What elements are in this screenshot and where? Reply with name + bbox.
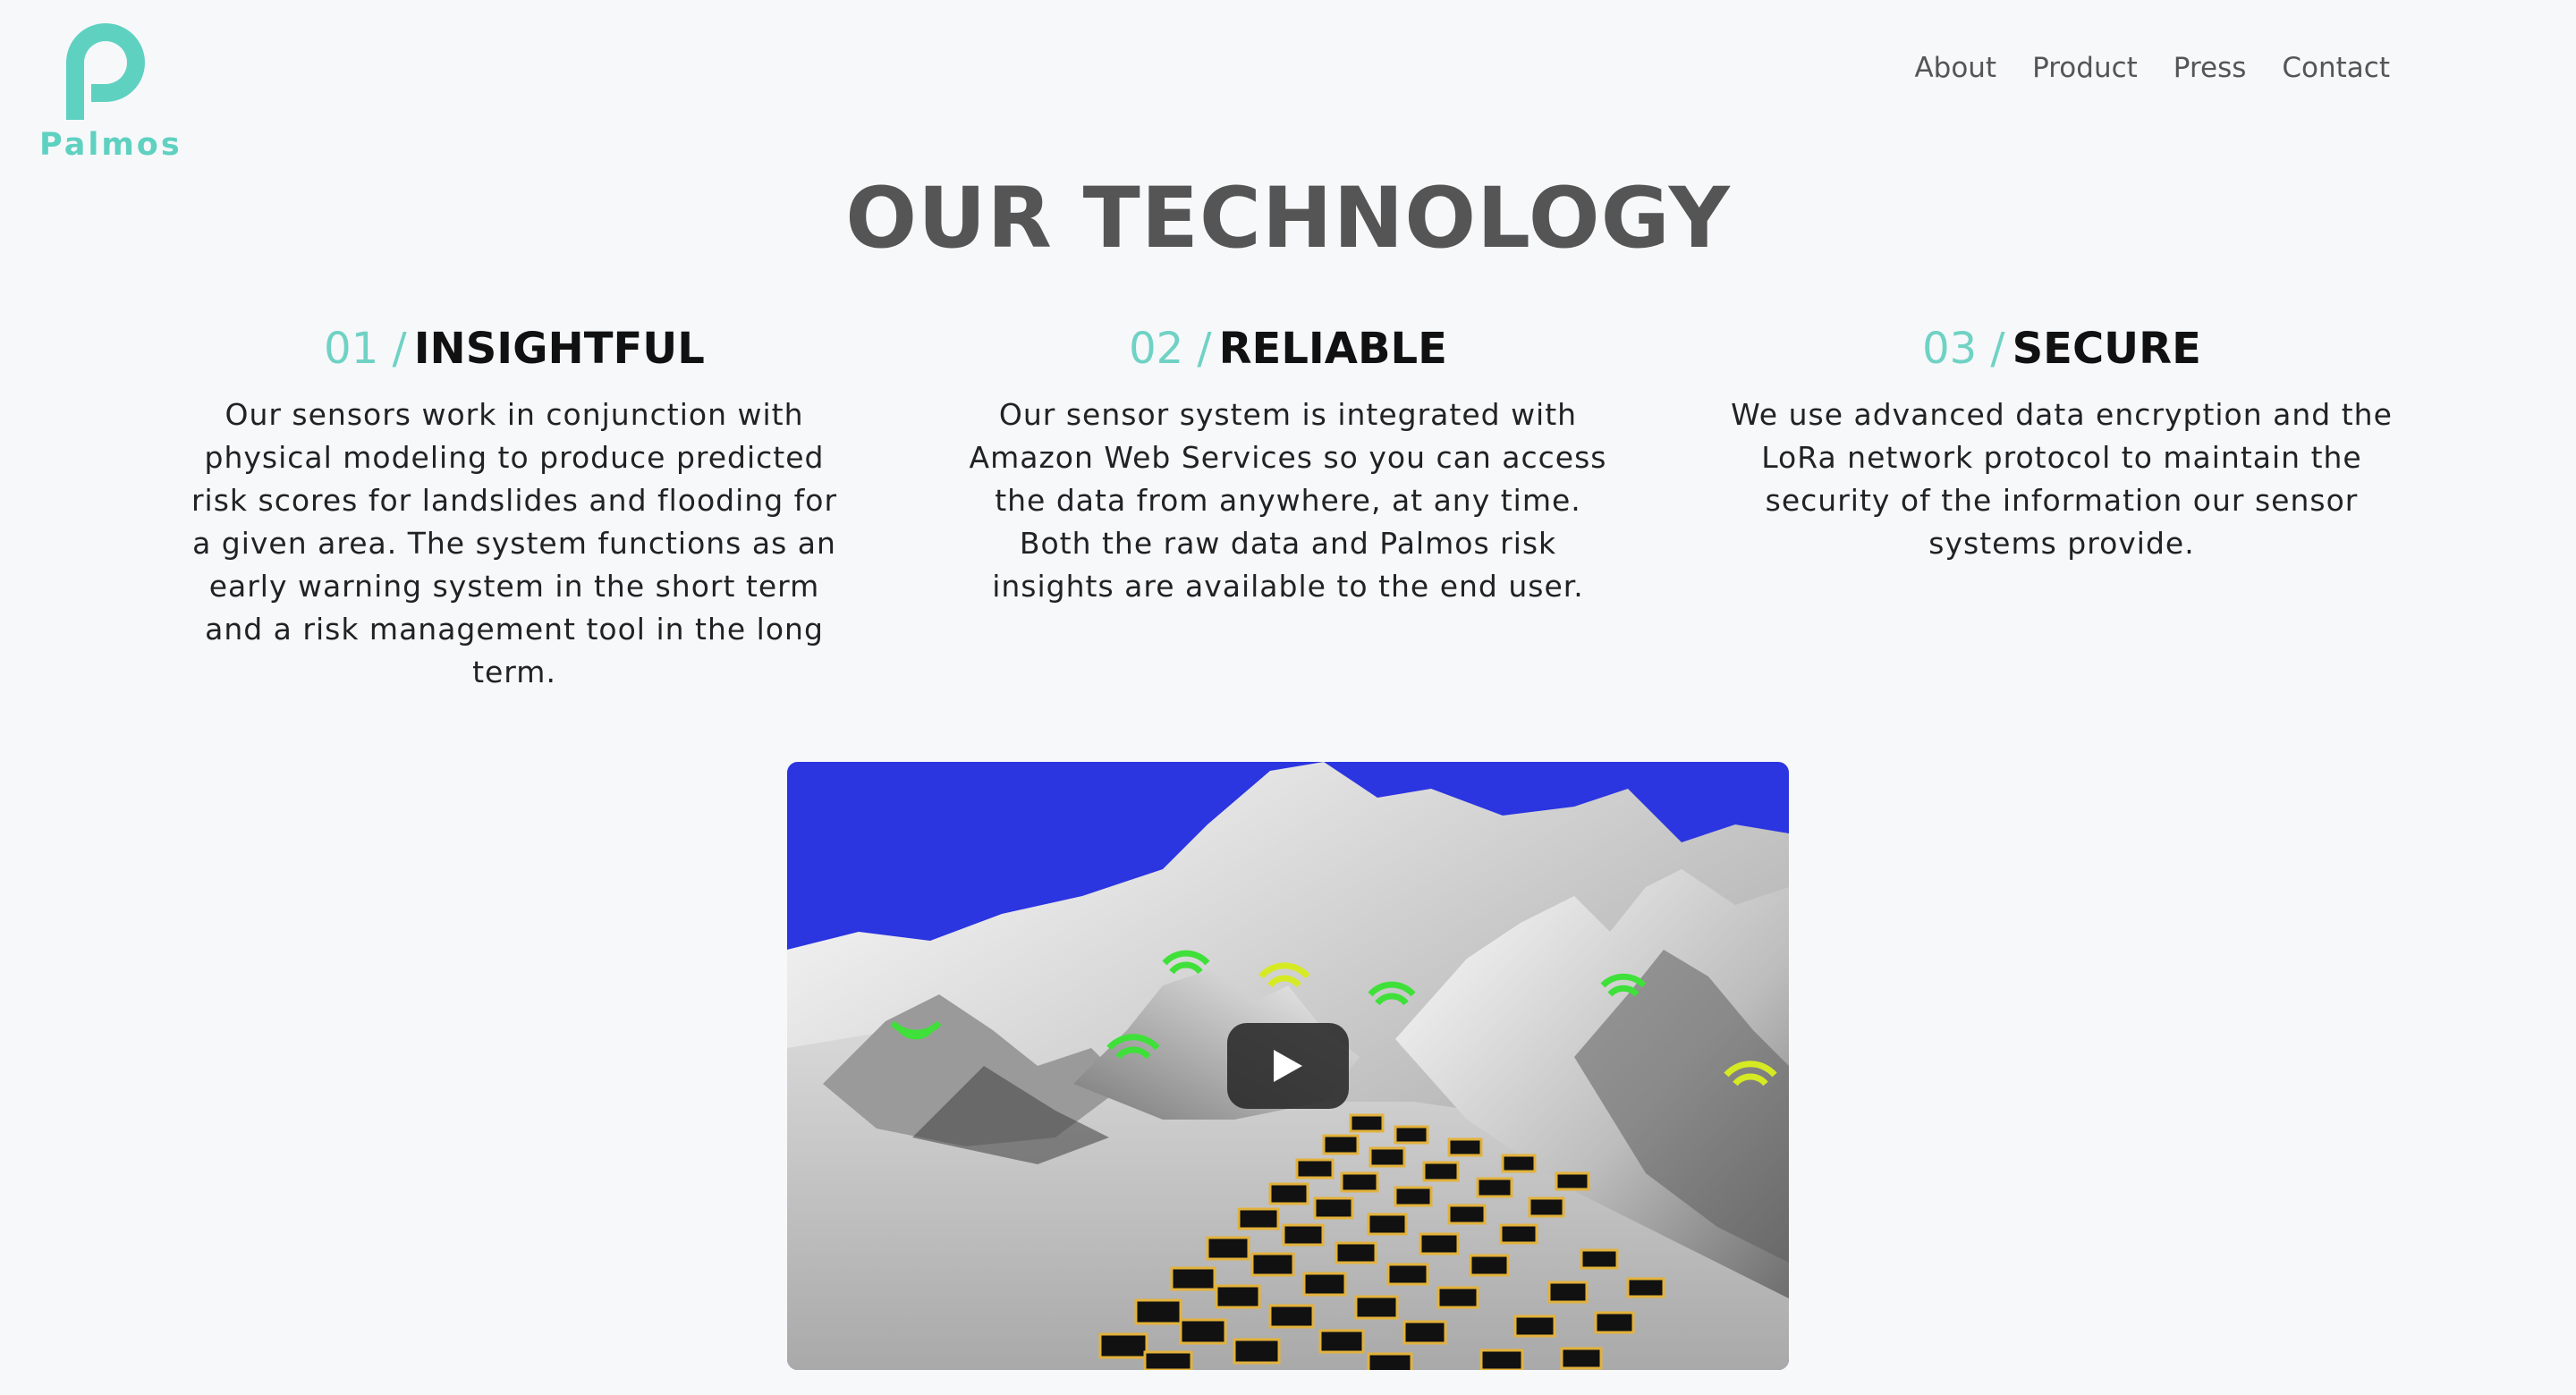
feature-heading: 02 /RELIABLE xyxy=(957,324,1619,374)
palmos-logo-mark-icon xyxy=(66,23,145,120)
feature-heading: 03 /SECURE xyxy=(1731,324,2393,374)
feature-title: INSIGHTFUL xyxy=(413,324,705,374)
feature-number: 03 / xyxy=(1922,324,2005,374)
palmos-logo[interactable]: Palmos xyxy=(36,20,188,163)
feature-title: RELIABLE xyxy=(1218,324,1447,374)
brand-name: Palmos xyxy=(39,127,182,163)
nav-contact[interactable]: Contact xyxy=(2282,52,2390,84)
play-button[interactable] xyxy=(1227,1023,1349,1109)
video-player[interactable] xyxy=(787,762,1789,1370)
feature-title: SECURE xyxy=(2012,324,2201,374)
feature-number: 01 / xyxy=(324,324,407,374)
play-icon xyxy=(1274,1050,1302,1082)
nav-product[interactable]: Product xyxy=(2032,52,2138,84)
feature-reliable: 02 /RELIABLE Our sensor system is integr… xyxy=(957,324,1619,608)
page-title: OUR TECHNOLOGY xyxy=(845,170,1731,267)
feature-secure: 03 /SECURE We use advanced data encrypti… xyxy=(1731,324,2393,565)
nav-about[interactable]: About xyxy=(1914,52,1996,84)
feature-body: Our sensors work in conjunction with phy… xyxy=(191,397,838,689)
feature-number: 02 / xyxy=(1129,324,1212,374)
feature-body: Our sensor system is integrated with Ama… xyxy=(969,397,1607,604)
nav-press[interactable]: Press xyxy=(2174,52,2247,84)
feature-insightful: 01 /INSIGHTFUL Our sensors work in conju… xyxy=(183,324,845,694)
main-nav: About Product Press Contact xyxy=(1914,52,2390,84)
feature-heading: 01 /INSIGHTFUL xyxy=(183,324,845,374)
feature-body: We use advanced data encryption and the … xyxy=(1731,397,2393,561)
